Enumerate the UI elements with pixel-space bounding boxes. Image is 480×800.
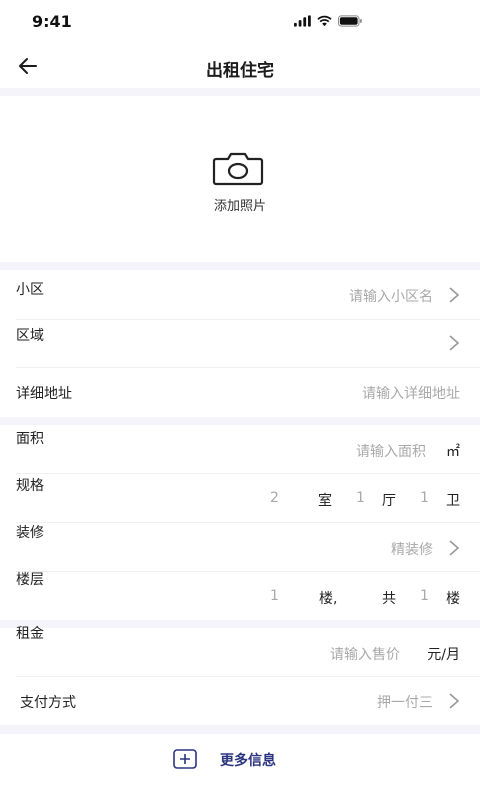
rent-row[interactable]: 租金 请输入售价 元/月 [0, 626, 480, 676]
rooms-unit: 室 [318, 493, 332, 509]
nav-bar: 出租住宅 [0, 44, 480, 88]
address-row[interactable]: 详细地址 请输入详细地址 [0, 368, 480, 417]
section-gap [0, 620, 480, 628]
community-row[interactable]: 小区 请输入小区名 [0, 270, 480, 320]
camera-icon[interactable] [212, 151, 264, 187]
area-row[interactable]: 面积 请输入面积 ㎡ [0, 425, 480, 473]
more-info-label: 更多信息 [220, 753, 276, 769]
halls-input[interactable]: 1 [356, 490, 365, 506]
region-label: 区域 [16, 328, 44, 344]
rooms-input[interactable]: 2 [270, 490, 279, 506]
add-photo-label: 添加照片 [213, 199, 266, 214]
address-label: 详细地址 [16, 386, 72, 402]
status-bar: 9:41 [0, 0, 480, 44]
floor-label: 楼层 [16, 572, 44, 588]
rent-label: 租金 [16, 626, 44, 642]
page-title: 出租住宅 [206, 61, 274, 81]
total-floor-input[interactable]: 1 [420, 588, 429, 604]
address-input[interactable]: 请输入详细地址 [362, 383, 460, 403]
area-unit: ㎡ [446, 444, 460, 460]
layout-row[interactable]: 规格 2 室 1 厅 1 卫 [0, 474, 480, 522]
baths-input[interactable]: 1 [420, 490, 429, 506]
section-gap [0, 725, 480, 734]
total-floor-prefix: 共 [382, 591, 396, 607]
rent-input[interactable]: 请输入售价 [330, 644, 400, 664]
halls-unit: 厅 [382, 493, 396, 509]
chevron-right-icon[interactable] [448, 286, 460, 304]
payment-select[interactable]: 押一付三 [377, 692, 433, 712]
more-info-button[interactable]: 更多信息 [0, 734, 480, 784]
layout-label: 规格 [16, 478, 44, 494]
status-time: 9:41 [32, 12, 72, 31]
wifi-icon [317, 15, 332, 27]
chevron-right-icon[interactable] [448, 334, 460, 352]
floor-row[interactable]: 楼层 1 楼, 共 1 楼 [0, 572, 480, 620]
area-label: 面积 [16, 431, 44, 447]
rent-unit: 元/月 [427, 647, 460, 663]
decoration-label: 装修 [16, 525, 44, 541]
decoration-select[interactable]: 精装修 [391, 539, 433, 559]
total-floor-unit: 楼 [446, 591, 460, 607]
decoration-row[interactable]: 装修 精装修 [0, 523, 480, 571]
community-label: 小区 [16, 282, 44, 298]
chevron-right-icon[interactable] [448, 692, 460, 710]
floor-unit: 楼, [319, 591, 338, 607]
battery-icon [337, 15, 362, 27]
region-row[interactable]: 区域 [0, 320, 480, 367]
section-gap [0, 262, 480, 270]
section-gap [0, 417, 480, 425]
payment-label: 支付方式 [20, 695, 76, 711]
section-gap [0, 88, 480, 96]
area-input[interactable]: 请输入面积 [356, 441, 426, 461]
signal-icon [294, 15, 311, 27]
community-input[interactable]: 请输入小区名 [349, 286, 433, 306]
payment-row[interactable]: 支付方式 押一付三 [0, 677, 480, 725]
add-box-icon[interactable] [173, 749, 197, 769]
status-icons [294, 15, 362, 27]
floor-input[interactable]: 1 [270, 588, 279, 604]
baths-unit: 卫 [446, 493, 460, 509]
chevron-right-icon[interactable] [448, 539, 460, 557]
